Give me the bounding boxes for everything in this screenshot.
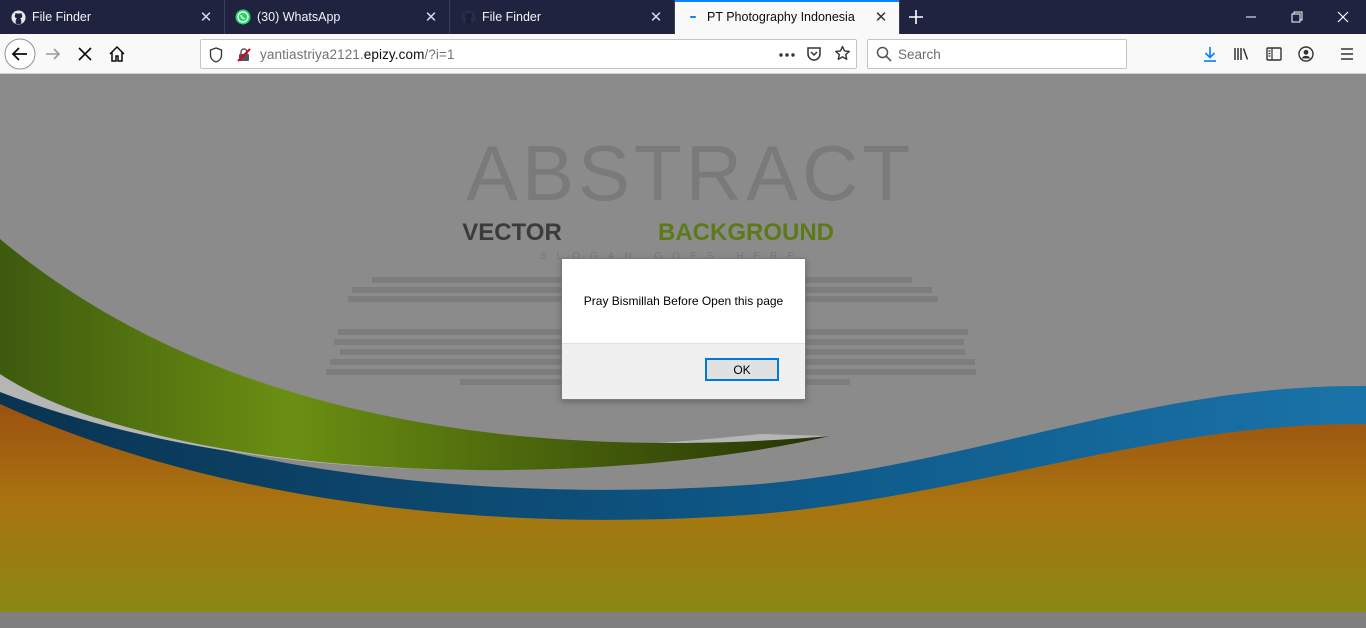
account-icon [1298, 46, 1314, 62]
loading-dot-icon [685, 9, 701, 25]
alert-footer: OK [562, 343, 805, 399]
stop-icon [78, 47, 92, 61]
library-icon [1234, 48, 1249, 60]
restore-button[interactable] [1274, 0, 1320, 34]
back-button[interactable] [4, 38, 36, 70]
sidebar-icon [1266, 47, 1282, 61]
tab-file-finder-1[interactable]: File Finder ✕ [0, 0, 225, 34]
tab-title: PT Photography Indonesia [707, 10, 855, 24]
close-tab-icon[interactable]: ✕ [198, 9, 214, 26]
close-tab-icon[interactable]: ✕ [873, 9, 889, 26]
url-domain: epizy.com [363, 47, 425, 62]
forward-arrow-icon [46, 48, 61, 60]
alert-message: Pray Bismillah Before Open this page [583, 294, 784, 308]
account-button[interactable] [1290, 38, 1322, 70]
insecure-lock-icon[interactable] [236, 47, 252, 63]
downloads-button[interactable] [1194, 38, 1226, 70]
new-tab-button[interactable] [900, 0, 932, 34]
shield-icon[interactable] [209, 47, 223, 63]
bookmark-star-icon[interactable] [834, 45, 851, 62]
download-arrow-icon [1204, 47, 1216, 62]
window-controls [1228, 0, 1366, 34]
github-icon [10, 9, 26, 25]
tab-title: File Finder [32, 10, 92, 24]
navigation-toolbar: yantiastriya2121.epizy.com/?i=1 Search [0, 34, 1366, 74]
artwork-title: ABSTRACT [466, 129, 914, 217]
tab-whatsapp[interactable]: (30) WhatsApp ✕ [225, 0, 450, 34]
search-icon [876, 46, 892, 62]
url-path: /?i=1 [424, 47, 455, 62]
close-icon [1337, 11, 1349, 23]
sidebar-button[interactable] [1258, 38, 1290, 70]
minimize-button[interactable] [1228, 0, 1274, 34]
close-tab-icon[interactable]: ✕ [423, 9, 439, 26]
menu-button[interactable] [1331, 38, 1363, 70]
search-bar[interactable]: Search [867, 39, 1127, 69]
github-icon [460, 9, 476, 25]
hamburger-menu-icon [1341, 48, 1353, 60]
tab-pt-photography[interactable]: PT Photography Indonesia ✕ [675, 0, 900, 34]
forward-button[interactable] [37, 38, 69, 70]
tab-strip: File Finder ✕ (30) WhatsApp ✕ File Finde… [0, 0, 1366, 34]
library-button[interactable] [1226, 38, 1258, 70]
page-actions-icon[interactable] [778, 47, 796, 63]
status-bottom-bar [0, 612, 1366, 628]
pocket-icon[interactable] [806, 46, 822, 62]
stop-button[interactable] [69, 38, 101, 70]
close-tab-icon[interactable]: ✕ [648, 9, 664, 26]
address-bar[interactable]: yantiastriya2121.epizy.com/?i=1 [200, 39, 857, 69]
home-button[interactable] [101, 38, 133, 70]
back-arrow-icon [4, 38, 36, 70]
home-icon [109, 45, 125, 62]
url-text[interactable]: yantiastriya2121.epizy.com/?i=1 [260, 47, 455, 62]
artwork-subtitle-background: BACKGROUND [658, 219, 834, 246]
tab-title: (30) WhatsApp [257, 10, 341, 24]
tab-title: File Finder [482, 10, 542, 24]
search-placeholder: Search [898, 47, 941, 62]
ok-button[interactable]: OK [705, 358, 779, 381]
restore-icon [1291, 11, 1303, 23]
close-window-button[interactable] [1320, 0, 1366, 34]
whatsapp-icon [235, 9, 251, 25]
url-subdomain: yantiastriya2121. [260, 47, 364, 62]
artwork-subtitle-vector: VECTOR [462, 219, 562, 246]
tab-file-finder-2[interactable]: File Finder ✕ [450, 0, 675, 34]
minimize-icon [1246, 16, 1256, 18]
alert-dialog: Pray Bismillah Before Open this page OK [561, 258, 806, 400]
plus-icon [909, 10, 923, 24]
